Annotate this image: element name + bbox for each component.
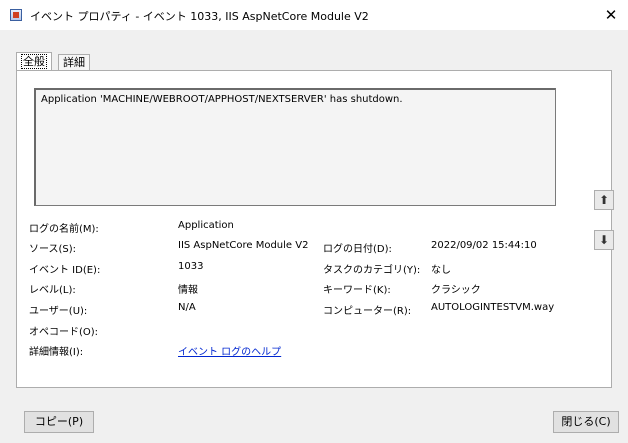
task-category-value: なし	[431, 265, 451, 276]
general-panel: Application 'MACHINE/WEBROOT/APPHOST/NEX…	[16, 70, 612, 388]
down-arrow-icon: ⬇	[598, 233, 610, 247]
keywords-label: キーワード(K):	[323, 285, 391, 296]
log-name-value: Application	[178, 220, 234, 231]
level-label: レベル(L):	[29, 285, 76, 296]
next-event-button[interactable]: ⬇	[594, 230, 614, 250]
up-arrow-icon: ⬆	[598, 193, 610, 207]
event-id-value: 1033	[178, 261, 204, 272]
close-window-button[interactable]: ✕	[594, 0, 628, 30]
task-category-label: タスクのカテゴリ(Y):	[323, 265, 421, 276]
event-viewer-icon	[10, 9, 22, 21]
tab-general[interactable]: 全般	[16, 52, 52, 71]
window-title: イベント プロパティ - イベント 1033, IIS AspNetCore M…	[30, 10, 369, 23]
log-name-label: ログの名前(M):	[29, 224, 99, 235]
computer-label: コンピューター(R):	[323, 306, 412, 317]
event-id-label: イベント ID(E):	[29, 265, 101, 276]
source-label: ソース(S):	[29, 244, 77, 255]
tab-details[interactable]: 詳細	[58, 54, 90, 71]
keywords-value: クラシック	[431, 285, 481, 296]
title-bar: イベント プロパティ - イベント 1033, IIS AspNetCore M…	[0, 0, 628, 30]
event-description[interactable]: Application 'MACHINE/WEBROOT/APPHOST/NEX…	[34, 88, 556, 206]
computer-value: AUTOLOGINTESTVM.way	[431, 302, 555, 313]
close-button[interactable]: 閉じる(C)	[553, 411, 619, 433]
opcode-label: オペコード(O):	[29, 327, 99, 338]
more-info-label: 詳細情報(I):	[29, 347, 84, 358]
source-value: IIS AspNetCore Module V2	[178, 240, 309, 251]
copy-button[interactable]: コピー(P)	[24, 411, 94, 433]
previous-event-button[interactable]: ⬆	[594, 190, 614, 210]
level-value: 情報	[178, 285, 198, 296]
logged-value: 2022/09/02 15:44:10	[431, 240, 537, 251]
logged-label: ログの日付(D):	[323, 244, 392, 255]
user-label: ユーザー(U):	[29, 306, 88, 317]
tab-general-label: 全般	[21, 54, 47, 69]
event-log-help-link[interactable]: イベント ログのヘルプ	[178, 343, 281, 358]
user-value: N/A	[178, 302, 196, 313]
